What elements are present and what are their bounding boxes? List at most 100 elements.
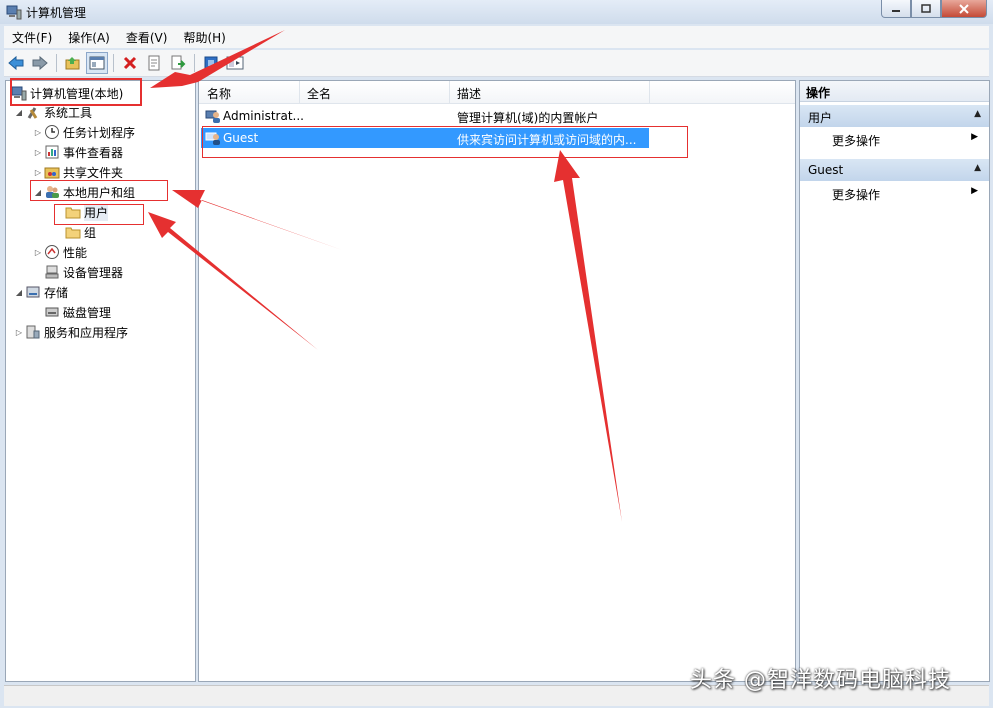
user-icon	[205, 108, 221, 127]
column-description[interactable]: 描述	[457, 85, 481, 102]
actions-pane: 操作 用户 ▲ 更多操作 ▶ Guest ▲ 更多操作 ▶	[799, 80, 990, 682]
menu-bar: 文件(F) 操作(A) 查看(V) 帮助(H)	[4, 26, 989, 48]
shared-folder-icon	[44, 164, 60, 180]
view-button[interactable]	[224, 52, 246, 74]
show-hide-console-tree-button[interactable]	[86, 52, 108, 74]
delete-button[interactable]	[119, 52, 141, 74]
tree-item-storage[interactable]: ◢ 存储	[14, 283, 68, 301]
watermark: 头条 @智洋数码电脑科技	[690, 668, 951, 693]
column-name[interactable]: 名称	[207, 85, 231, 102]
column-divider[interactable]	[299, 81, 300, 103]
maximize-button[interactable]	[911, 0, 941, 18]
tree-label: 任务计划程序	[63, 125, 136, 140]
toolbar-separator	[194, 54, 195, 72]
collapse-arrow-icon[interactable]: ◢	[14, 108, 24, 117]
view-icon	[226, 56, 244, 70]
tree-item-services-applications[interactable]: ▷ 服务和应用程序	[14, 323, 128, 341]
forward-button[interactable]	[29, 52, 51, 74]
menu-action[interactable]: 操作(A)	[60, 29, 118, 46]
tree-label: 存储	[44, 285, 69, 300]
tools-icon	[25, 104, 41, 120]
more-actions-guest[interactable]: 更多操作 ▶	[832, 183, 982, 203]
expand-arrow-icon[interactable]: ▷	[33, 168, 43, 177]
tree-item-groups[interactable]: 组	[64, 223, 96, 241]
more-actions-label: 更多操作	[832, 188, 881, 202]
annotation-box-root	[10, 78, 142, 106]
toolbar-separator	[113, 54, 114, 72]
computer-management-icon	[6, 4, 22, 23]
tree-item-event-viewer[interactable]: ▷ 事件查看器	[33, 143, 123, 161]
actions-section-users[interactable]: 用户 ▲	[800, 105, 989, 127]
menu-help[interactable]: 帮助(H)	[175, 29, 233, 46]
back-button[interactable]	[5, 52, 27, 74]
help-button[interactable]	[200, 52, 222, 74]
up-one-level-button[interactable]	[62, 52, 84, 74]
properties-icon	[148, 55, 160, 71]
minimize-icon	[892, 9, 900, 12]
submenu-arrow-icon: ▶	[971, 132, 978, 142]
tree-item-task-scheduler[interactable]: ▷ 任务计划程序	[33, 123, 135, 141]
toolbar-separator	[56, 54, 57, 72]
maximize-icon	[921, 4, 931, 13]
help-icon	[204, 56, 218, 70]
user-description: 管理计算机(域)的内置帐户	[457, 111, 599, 125]
tree-label: 组	[84, 225, 97, 240]
tree-item-performance[interactable]: ▷ 性能	[33, 243, 87, 261]
collapse-up-icon[interactable]: ▲	[974, 109, 981, 119]
menu-file[interactable]: 文件(F)	[4, 29, 60, 46]
delete-icon	[123, 56, 137, 70]
menu-view[interactable]: 查看(V)	[118, 29, 176, 46]
user-list-pane[interactable]: 名称 全名 描述 Administrat... 管理计算机(域)的内置帐户 Gu…	[198, 80, 796, 682]
storage-icon	[25, 284, 41, 300]
performance-icon	[44, 244, 60, 260]
tree-item-device-manager[interactable]: 设备管理器	[43, 263, 123, 281]
export-list-button[interactable]	[167, 52, 189, 74]
console-tree[interactable]: 计算机管理(本地) ◢ 系统工具 ▷ 任务计划程序 ▷ 事件查看器 ▷ 共享文件…	[5, 80, 196, 682]
tree-item-shared-folders[interactable]: ▷ 共享文件夹	[33, 163, 123, 181]
folder-icon	[65, 224, 81, 240]
forward-arrow-icon	[32, 55, 48, 71]
event-viewer-icon	[44, 144, 60, 160]
computer-management-window: 计算机管理 文件(F) 操作(A) 查看(V) 帮助(H) 计算机管理(本地) …	[0, 0, 993, 708]
actions-header: 操作	[800, 81, 989, 102]
annotation-box-local-users	[30, 180, 168, 201]
column-fullname[interactable]: 全名	[307, 85, 331, 102]
more-actions-users[interactable]: 更多操作 ▶	[832, 129, 982, 149]
disk-icon	[44, 304, 60, 320]
collapse-up-icon[interactable]: ▲	[974, 163, 981, 173]
expand-arrow-icon[interactable]: ▷	[14, 328, 24, 337]
more-actions-label: 更多操作	[832, 134, 881, 148]
expand-arrow-icon[interactable]: ▷	[33, 148, 43, 157]
expand-arrow-icon[interactable]: ▷	[33, 128, 43, 137]
window-controls	[881, 0, 987, 18]
device-manager-icon	[44, 264, 60, 280]
title-bar: 计算机管理	[0, 0, 993, 24]
tree-label: 系统工具	[44, 105, 93, 120]
expand-arrow-icon[interactable]: ▷	[33, 248, 43, 257]
services-icon	[25, 324, 41, 340]
toolbar	[4, 50, 989, 77]
column-divider[interactable]	[649, 81, 650, 103]
minimize-button[interactable]	[881, 0, 911, 18]
tree-label: 事件查看器	[63, 145, 124, 160]
section-title: 用户	[808, 111, 833, 125]
actions-section-guest[interactable]: Guest ▲	[800, 159, 989, 181]
column-divider[interactable]	[449, 81, 450, 103]
up-folder-icon	[65, 57, 80, 70]
tree-label: 性能	[63, 245, 88, 260]
tree-label: 共享文件夹	[63, 165, 124, 180]
export-list-icon	[171, 55, 186, 70]
properties-button[interactable]	[143, 52, 165, 74]
column-header: 名称 全名 描述	[199, 81, 795, 104]
tree-item-disk-management[interactable]: 磁盘管理	[43, 303, 111, 321]
section-title: Guest	[808, 163, 844, 177]
actions-title: 操作	[806, 86, 831, 100]
back-arrow-icon	[8, 55, 24, 71]
close-button[interactable]	[941, 0, 987, 18]
collapse-arrow-icon[interactable]: ◢	[14, 288, 24, 297]
tree-label: 设备管理器	[63, 265, 124, 280]
list-row-administrator[interactable]: Administrat... 管理计算机(域)的内置帐户	[201, 106, 649, 126]
tree-label: 磁盘管理	[63, 305, 112, 320]
window-title: 计算机管理	[26, 6, 87, 20]
tree-label: 服务和应用程序	[44, 325, 129, 340]
